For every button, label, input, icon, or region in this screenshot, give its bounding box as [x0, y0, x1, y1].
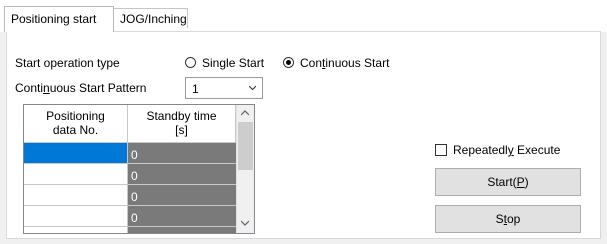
positioning-data-no-cell[interactable] — [24, 227, 128, 233]
standby-time-cell: 0 — [128, 164, 236, 185]
positioning-data-no-cell[interactable] — [24, 185, 128, 206]
table-row[interactable] — [24, 227, 236, 233]
scroll-down-arrow-icon[interactable] — [241, 219, 249, 227]
column-header-standby-time[interactable]: Standby time [s] — [128, 105, 236, 143]
repeatedly-execute-checkbox[interactable] — [435, 144, 447, 156]
chevron-down-icon — [249, 85, 256, 91]
table-row[interactable]: 0 — [24, 206, 236, 227]
stop-button[interactable]: Stop — [435, 205, 581, 233]
column-header-positioning-data-no[interactable]: Positioning data No. — [24, 105, 128, 143]
start-operation-type-label: Start operation type — [15, 56, 120, 70]
repeatedly-execute-label[interactable]: Repeatedly Execute — [453, 143, 560, 157]
tab-strip: Positioning start JOG/Inching — [0, 0, 607, 32]
single-start-radio[interactable] — [185, 57, 196, 68]
standby-time-cell: 0 — [128, 185, 236, 206]
continuous-start-radio[interactable] — [283, 57, 294, 68]
table-row[interactable]: 0 — [24, 143, 236, 164]
standby-time-cell — [128, 227, 236, 233]
continuous-start-pattern-label: Continuous Start Pattern — [15, 81, 147, 95]
scrollbar-thumb[interactable] — [238, 122, 253, 170]
positioning-start-panel: Start operation type Single Start Contin… — [6, 31, 601, 239]
tab-positioning-start[interactable]: Positioning start — [4, 6, 114, 32]
start-button[interactable]: Start(P) — [435, 168, 581, 196]
scroll-up-arrow-icon[interactable] — [241, 109, 249, 117]
standby-time-cell: 0 — [128, 206, 236, 227]
single-start-label[interactable]: Single Start — [202, 56, 264, 70]
continuous-start-label[interactable]: Continuous Start — [300, 56, 389, 70]
positioning-data-no-cell[interactable] — [24, 164, 128, 185]
table-row[interactable]: 0 — [24, 185, 236, 206]
positioning-data-grid[interactable]: Positioning data No. Standby time [s] 0 … — [23, 104, 255, 234]
continuous-start-pattern-select[interactable]: 1 — [185, 77, 263, 99]
standby-time-cell: 0 — [128, 143, 236, 164]
tab-jog-inching[interactable]: JOG/Inching — [113, 8, 188, 28]
positioning-dialog: Positioning start JOG/Inching Start oper… — [0, 0, 607, 244]
positioning-data-no-cell[interactable] — [24, 143, 128, 164]
positioning-data-no-cell[interactable] — [24, 206, 128, 227]
table-row[interactable]: 0 — [24, 164, 236, 185]
pattern-select-value: 1 — [192, 82, 199, 96]
grid-vertical-scrollbar[interactable] — [236, 105, 254, 233]
